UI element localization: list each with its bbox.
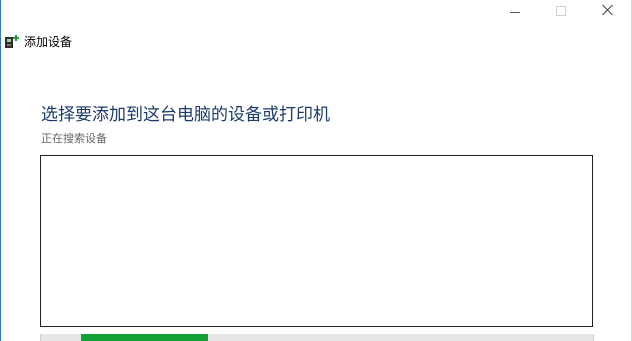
caption-buttons (493, 0, 631, 24)
minimize-icon (510, 12, 520, 13)
close-button[interactable] (585, 0, 631, 24)
device-list[interactable] (40, 155, 593, 327)
minimize-button[interactable] (493, 0, 539, 24)
search-progress-bar (40, 334, 594, 341)
window-border-left (0, 0, 1, 341)
maximize-icon (556, 6, 566, 16)
search-status: 正在搜索设备 (41, 132, 107, 145)
close-icon (602, 4, 614, 16)
search-progress-indicator (81, 334, 208, 341)
maximize-button[interactable] (539, 0, 585, 24)
window-title: 添加设备 (24, 35, 73, 49)
add-device-icon (5, 34, 19, 48)
window-title-bar: 添加设备 (4, 33, 72, 50)
page-heading: 选择要添加到这台电脑的设备或打印机 (41, 105, 330, 125)
